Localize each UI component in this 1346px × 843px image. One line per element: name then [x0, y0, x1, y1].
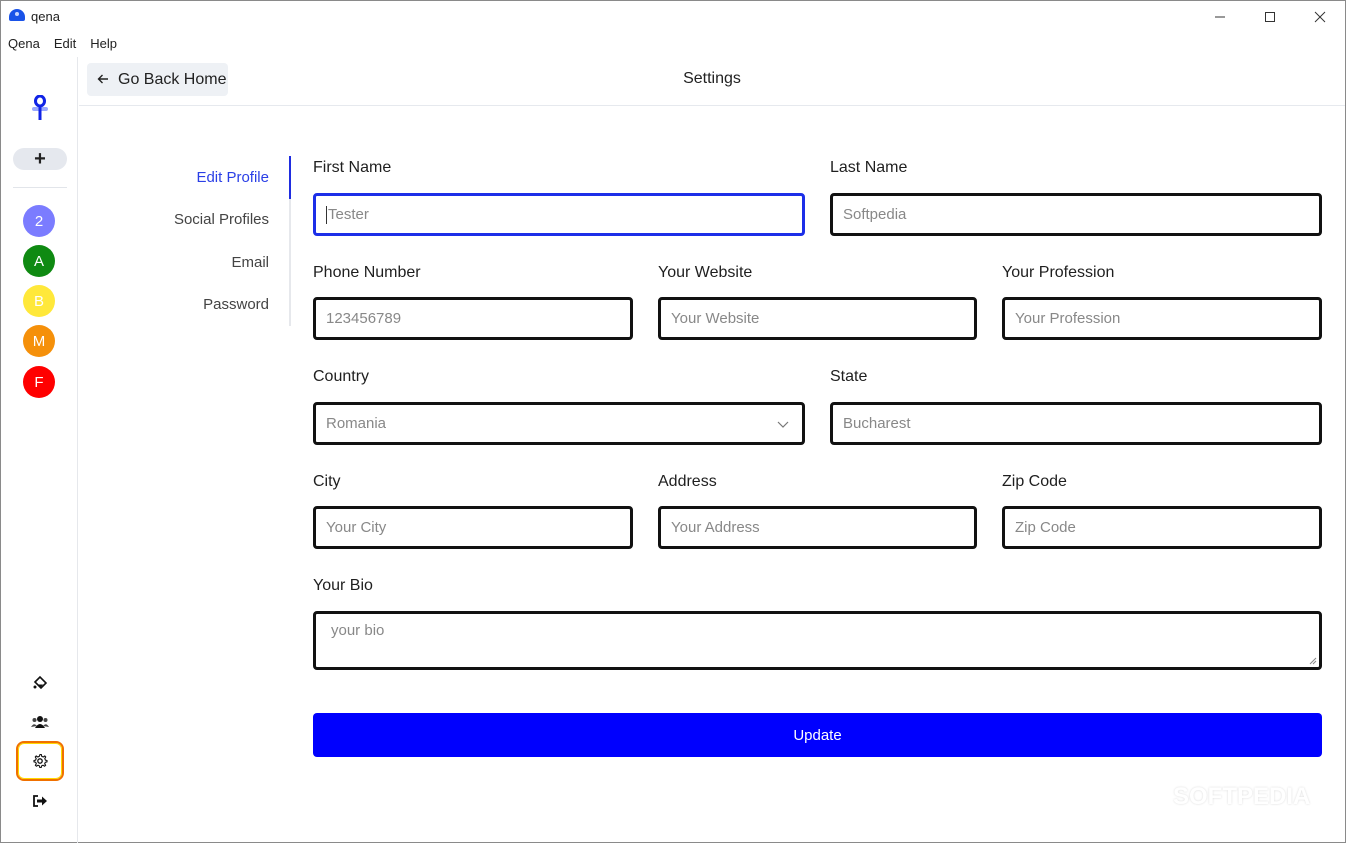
country-select[interactable]: Romania: [313, 402, 805, 445]
address-input[interactable]: Your Address: [658, 506, 977, 549]
website-input[interactable]: Your Website: [658, 297, 977, 340]
top-bar: Go Back Home Settings: [79, 57, 1345, 106]
sidebar-divider: [13, 187, 67, 188]
city-input[interactable]: Your City: [313, 506, 633, 549]
profession-input[interactable]: Your Profession: [1002, 297, 1322, 340]
subnav-edit-profile[interactable]: Edit Profile: [196, 169, 269, 186]
first-name-label: First Name: [313, 159, 392, 176]
bio-placeholder: your bio: [331, 622, 385, 639]
title-bar: qena: [1, 1, 1345, 33]
state-placeholder: Bucharest: [843, 415, 911, 432]
city-label: City: [313, 473, 341, 490]
minimize-icon: [1215, 16, 1225, 18]
close-icon: [1314, 11, 1326, 23]
ankh-logo-icon: [32, 95, 48, 120]
paint-bucket-icon: [33, 675, 48, 690]
minimize-button[interactable]: [1195, 1, 1245, 33]
maximize-icon: [1265, 12, 1275, 22]
settings-subnav: Edit Profile Social Profiles Email Passw…: [151, 156, 291, 326]
theme-button[interactable]: [25, 668, 55, 698]
avatar-m[interactable]: M: [23, 325, 55, 357]
address-label: Address: [658, 473, 717, 490]
menu-help[interactable]: Help: [83, 35, 124, 55]
phone-label: Phone Number: [313, 264, 421, 281]
chevron-down-icon: [777, 421, 789, 428]
zip-input[interactable]: Zip Code: [1002, 506, 1322, 549]
maximize-button[interactable]: [1245, 1, 1295, 33]
menu-qena[interactable]: Qena: [1, 35, 47, 55]
profession-placeholder: Your Profession: [1015, 310, 1121, 327]
app-window: qena Qena Edit Help + 2 A B M F Go Back …: [0, 0, 1346, 843]
settings-button[interactable]: [16, 741, 64, 781]
state-label: State: [830, 368, 868, 385]
logout-icon: [33, 795, 47, 807]
bio-label: Your Bio: [313, 577, 373, 594]
avatar-b[interactable]: B: [23, 285, 55, 317]
bio-textarea[interactable]: your bio: [313, 611, 1322, 670]
members-button[interactable]: [25, 707, 55, 737]
menu-bar: Qena Edit Help: [1, 35, 124, 55]
close-button[interactable]: [1295, 1, 1345, 33]
city-placeholder: Your City: [326, 519, 387, 536]
profession-label: Your Profession: [1002, 264, 1115, 281]
avatar-a[interactable]: A: [23, 245, 55, 277]
subnav-password[interactable]: Password: [203, 296, 269, 313]
resize-handle-icon[interactable]: [1308, 656, 1317, 665]
last-name-placeholder: Softpedia: [843, 206, 907, 223]
app-icon: [9, 9, 25, 21]
website-label: Your Website: [658, 264, 753, 281]
sidebar: + 2 A B M F: [1, 57, 78, 843]
subnav-social-profiles[interactable]: Social Profiles: [174, 211, 269, 228]
first-name-input[interactable]: Tester: [313, 193, 805, 236]
zip-placeholder: Zip Code: [1015, 519, 1076, 536]
address-placeholder: Your Address: [671, 519, 760, 536]
subnav-email[interactable]: Email: [231, 254, 269, 271]
country-label: Country: [313, 368, 370, 385]
update-button[interactable]: Update: [313, 713, 1322, 757]
window-title: qena: [31, 9, 60, 24]
page-title: Settings: [683, 70, 741, 87]
country-value: Romania: [326, 415, 387, 432]
text-caret: [326, 205, 327, 224]
avatar-f[interactable]: F: [23, 366, 55, 398]
phone-input[interactable]: 123456789: [313, 297, 633, 340]
last-name-input[interactable]: Softpedia: [830, 193, 1322, 236]
zip-label: Zip Code: [1002, 473, 1067, 490]
phone-placeholder: 123456789: [326, 310, 402, 327]
website-placeholder: Your Website: [671, 310, 760, 327]
gear-icon: [33, 753, 48, 769]
state-input[interactable]: Bucharest: [830, 402, 1322, 445]
first-name-placeholder: Tester: [328, 206, 369, 223]
subnav-active-indicator: [289, 156, 291, 199]
logout-button[interactable]: [25, 786, 55, 816]
menu-edit[interactable]: Edit: [47, 35, 83, 55]
users-icon: [31, 716, 49, 728]
softpedia-watermark: SOFTPEDIA: [1173, 783, 1311, 810]
avatar-2[interactable]: 2: [23, 205, 55, 237]
add-workspace-button[interactable]: +: [13, 148, 67, 170]
last-name-label: Last Name: [830, 159, 908, 176]
